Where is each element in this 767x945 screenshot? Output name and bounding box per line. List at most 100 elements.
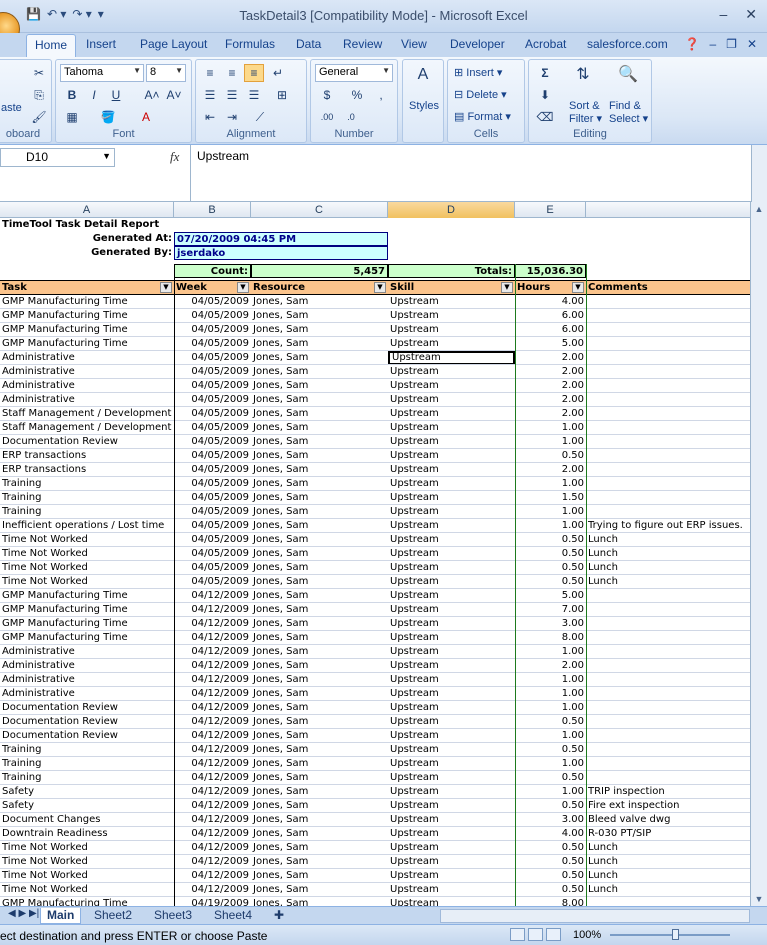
week-cell[interactable]: 04/05/2009 [174, 561, 251, 575]
task-cell[interactable]: Documentation Review [0, 729, 174, 743]
comments-cell[interactable]: Lunch [586, 575, 750, 589]
skill-cell[interactable]: Upstream [388, 701, 515, 715]
hours-cell[interactable]: 7.00 [515, 603, 586, 617]
task-cell[interactable]: Time Not Worked [0, 883, 174, 897]
ribbon-close-icon[interactable]: ✕ [747, 37, 757, 51]
orientation-icon[interactable]: ⟋ [250, 108, 270, 126]
skill-cell[interactable]: Upstream [388, 575, 515, 589]
skill-cell[interactable]: Upstream [388, 407, 515, 421]
hours-cell[interactable]: 0.50 [515, 869, 586, 883]
skill-cell[interactable]: Upstream [388, 491, 515, 505]
hours-cell[interactable]: 1.00 [515, 673, 586, 687]
tab-review[interactable]: Review [343, 37, 382, 51]
comments-cell[interactable] [586, 323, 750, 337]
comments-cell[interactable]: Fire ext inspection [586, 799, 750, 813]
skill-cell[interactable]: Upstream [388, 477, 515, 491]
resource-cell[interactable]: Jones, Sam [251, 799, 388, 813]
comments-cell[interactable]: Lunch [586, 883, 750, 897]
resource-cell[interactable]: Jones, Sam [251, 631, 388, 645]
hours-cell[interactable]: 1.00 [515, 729, 586, 743]
align-middle-icon[interactable]: ≡ [222, 64, 242, 82]
task-cell[interactable]: Administrative [0, 351, 174, 365]
week-cell[interactable]: 04/12/2009 [174, 841, 251, 855]
skill-cell[interactable]: Upstream [388, 547, 515, 561]
align-center-icon[interactable]: ☰ [222, 86, 242, 104]
resource-cell[interactable]: Jones, Sam [251, 841, 388, 855]
resource-cell[interactable]: Jones, Sam [251, 813, 388, 827]
resource-cell[interactable]: Jones, Sam [251, 897, 388, 906]
hours-cell[interactable]: 0.50 [515, 799, 586, 813]
merge-center-icon[interactable]: ⊞ [272, 86, 292, 104]
week-cell[interactable]: 04/12/2009 [174, 673, 251, 687]
skill-cell[interactable]: Upstream [388, 743, 515, 757]
zoom-slider[interactable] [610, 934, 730, 936]
resource-cell[interactable]: Jones, Sam [251, 519, 388, 533]
week-cell[interactable]: 04/05/2009 [174, 421, 251, 435]
comma-icon[interactable]: , [371, 86, 391, 104]
comments-cell[interactable]: Bleed valve dwg [586, 813, 750, 827]
task-cell[interactable]: Administrative [0, 379, 174, 393]
hours-header[interactable]: Hours ▼ [515, 280, 586, 295]
comments-cell[interactable] [586, 897, 750, 906]
styles-button[interactable]: Styles [409, 100, 439, 112]
week-cell[interactable]: 04/12/2009 [174, 645, 251, 659]
zoom-slider-knob[interactable] [672, 929, 679, 940]
tab-home[interactable]: Home [26, 34, 77, 58]
hours-cell[interactable]: 4.00 [515, 827, 586, 841]
skill-cell[interactable]: Upstream [388, 715, 515, 729]
tab-data[interactable]: Data [296, 37, 321, 51]
font-size-combo[interactable]: 8 ▼ [146, 64, 186, 82]
task-cell[interactable]: GMP Manufacturing Time [0, 337, 174, 351]
hours-cell[interactable]: 1.00 [515, 645, 586, 659]
week-cell[interactable]: 04/05/2009 [174, 309, 251, 323]
comments-cell[interactable] [586, 337, 750, 351]
resource-cell[interactable]: Jones, Sam [251, 379, 388, 393]
skill-cell[interactable]: Upstream [388, 519, 515, 533]
week-cell[interactable]: 04/12/2009 [174, 701, 251, 715]
active-cell[interactable]: Upstream [388, 351, 515, 365]
skill-cell[interactable]: Upstream [388, 827, 515, 841]
resource-cell[interactable]: Jones, Sam [251, 785, 388, 799]
skill-cell[interactable]: Upstream [388, 729, 515, 743]
skill-cell[interactable]: Upstream [388, 645, 515, 659]
hours-cell[interactable]: 0.50 [515, 743, 586, 757]
task-cell[interactable]: Documentation Review [0, 701, 174, 715]
resource-cell[interactable]: Jones, Sam [251, 883, 388, 897]
task-cell[interactable]: Staff Management / Development [0, 421, 174, 435]
hours-cell[interactable]: 2.00 [515, 365, 586, 379]
number-format-combo[interactable]: General ▼ [315, 64, 393, 82]
scroll-up-icon[interactable]: ▲ [753, 204, 765, 214]
week-cell[interactable]: 04/12/2009 [174, 799, 251, 813]
resource-cell[interactable]: Jones, Sam [251, 687, 388, 701]
task-cell[interactable]: Administrative [0, 645, 174, 659]
resource-cell[interactable]: Jones, Sam [251, 491, 388, 505]
task-cell[interactable]: Administrative [0, 393, 174, 407]
task-cell[interactable]: GMP Manufacturing Time [0, 589, 174, 603]
horizontal-scrollbar[interactable] [440, 909, 750, 923]
format-cells-button[interactable]: ▤ Format ▾ [454, 110, 511, 123]
tab-acrobat[interactable]: Acrobat [525, 37, 566, 51]
page-layout-view-icon[interactable] [528, 928, 543, 941]
resource-cell[interactable]: Jones, Sam [251, 407, 388, 421]
align-left-icon[interactable]: ☰ [200, 86, 220, 104]
task-cell[interactable]: Staff Management / Development [0, 407, 174, 421]
task-cell[interactable]: Training [0, 477, 174, 491]
week-cell[interactable]: 04/12/2009 [174, 869, 251, 883]
skill-cell[interactable]: Upstream [388, 799, 515, 813]
totals-label[interactable]: Totals: [388, 264, 515, 278]
totals-value[interactable]: 15,036.30 [515, 264, 586, 278]
resource-cell[interactable]: Jones, Sam [251, 589, 388, 603]
resource-cell[interactable]: Jones, Sam [251, 463, 388, 477]
week-cell[interactable]: 04/05/2009 [174, 575, 251, 589]
resource-cell[interactable]: Jones, Sam [251, 869, 388, 883]
resource-cell[interactable]: Jones, Sam [251, 743, 388, 757]
sort-filter-button[interactable]: Sort & Filter ▾ [569, 100, 602, 125]
task-cell[interactable]: Time Not Worked [0, 841, 174, 855]
skill-cell[interactable]: Upstream [388, 855, 515, 869]
week-cell[interactable]: 04/12/2009 [174, 687, 251, 701]
hours-cell[interactable]: 2.00 [515, 379, 586, 393]
increase-indent-icon[interactable]: ⇥ [222, 108, 242, 126]
skill-cell[interactable]: Upstream [388, 631, 515, 645]
hours-filter-icon[interactable]: ▼ [572, 282, 584, 293]
resource-cell[interactable]: Jones, Sam [251, 673, 388, 687]
